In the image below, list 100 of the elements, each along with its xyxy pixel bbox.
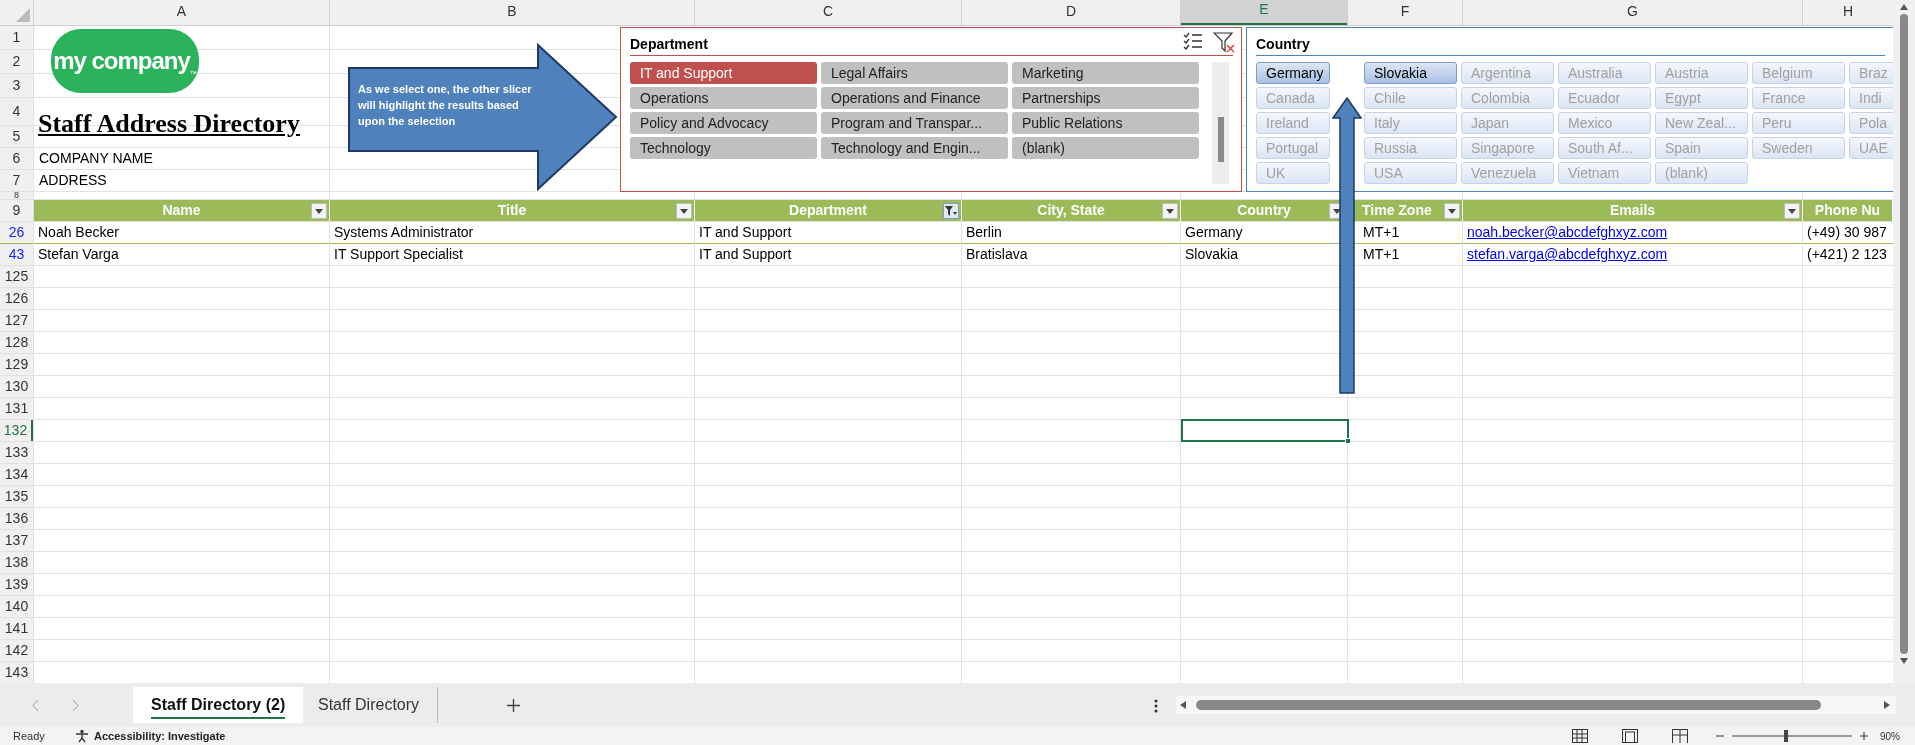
- row-number[interactable]: 139: [0, 574, 33, 595]
- scroll-down-icon[interactable]: [1900, 658, 1908, 664]
- clear-filter-icon[interactable]: [1213, 31, 1235, 53]
- zoom-slider-thumb[interactable]: [1784, 730, 1788, 742]
- row-number[interactable]: 133: [0, 442, 33, 463]
- row-number[interactable]: 9: [0, 200, 33, 221]
- row-number[interactable]: 138: [0, 552, 33, 573]
- filter-dropdown-button[interactable]: [676, 203, 692, 219]
- table-cell-text: IT Support Specialist: [334, 245, 463, 264]
- table-cell-text: Systems Administrator: [334, 223, 474, 242]
- row-number[interactable]: 7: [0, 170, 33, 191]
- sheet-tab[interactable]: Staff Directory: [300, 687, 439, 723]
- row-number[interactable]: 136: [0, 508, 33, 529]
- page-break-icon[interactable]: [1672, 729, 1688, 743]
- table-cell-text: (+421) 2 123: [1807, 245, 1887, 264]
- table-cell-text: Stefan Varga: [38, 245, 119, 264]
- row-number[interactable]: 134: [0, 464, 33, 485]
- column-header[interactable]: A: [34, 0, 329, 25]
- column-header[interactable]: F: [1348, 0, 1462, 25]
- corner-triangle-icon: [16, 8, 30, 22]
- slicer-item[interactable]: Public Relations: [1012, 112, 1199, 134]
- slicer-scrollbar[interactable]: [1212, 62, 1229, 184]
- slicer-item[interactable]: Germany: [1256, 62, 1330, 84]
- email-link[interactable]: stefan.varga@abcdefghxyz.com: [1467, 244, 1668, 265]
- row-number[interactable]: 130: [0, 376, 33, 397]
- table-cell-text: MT+1: [1363, 223, 1400, 242]
- scroll-right-icon[interactable]: [1884, 701, 1890, 709]
- slicer-item[interactable]: Policy and Advocacy: [630, 112, 817, 134]
- slicer-item[interactable]: Marketing: [1012, 62, 1199, 84]
- row-number[interactable]: 4: [0, 98, 33, 125]
- normal-view-icon[interactable]: [1572, 729, 1588, 743]
- row-number[interactable]: 140: [0, 596, 33, 617]
- table-cell-text: Noah Becker: [38, 223, 119, 242]
- zoom-level[interactable]: 90%: [1880, 728, 1900, 744]
- row-number[interactable]: 125: [0, 266, 33, 287]
- column-header[interactable]: D: [962, 0, 1180, 25]
- slicer-item[interactable]: (blank): [1012, 137, 1199, 159]
- row-number[interactable]: 137: [0, 530, 33, 551]
- dropdown-icon: [1448, 208, 1456, 214]
- row-number[interactable]: 5: [0, 126, 33, 147]
- address: ADDRESS: [39, 171, 107, 190]
- dropdown-icon: [1788, 208, 1796, 214]
- column-header[interactable]: B: [330, 0, 694, 25]
- page-layout-icon[interactable]: [1622, 729, 1638, 743]
- row-number[interactable]: 132: [0, 420, 33, 441]
- slicer-item[interactable]: Technology: [630, 137, 817, 159]
- sheet-tab[interactable]: Staff Directory (2): [133, 687, 304, 723]
- add-sheet-icon[interactable]: [507, 699, 520, 712]
- accessibility-icon[interactable]: [75, 729, 89, 743]
- slicer-item[interactable]: Technology and Engin...: [821, 137, 1008, 159]
- row-number[interactable]: 126: [0, 288, 33, 309]
- slicer-item[interactable]: Legal Affairs: [821, 62, 1008, 84]
- row-number[interactable]: 3: [0, 74, 33, 97]
- scroll-up-icon[interactable]: [1900, 4, 1908, 10]
- slicer-item[interactable]: Operations: [630, 87, 817, 109]
- multi-select-icon[interactable]: [1183, 31, 1203, 51]
- row-number[interactable]: 1: [0, 26, 33, 49]
- row-number[interactable]: 26: [0, 222, 33, 243]
- column-heading: Name: [162, 201, 201, 220]
- filter-dropdown-button[interactable]: [1784, 203, 1800, 219]
- slicer-item[interactable]: Partnerships: [1012, 87, 1199, 109]
- table-cell-text: (+49) 30 987: [1807, 223, 1887, 242]
- row-number[interactable]: 43: [0, 244, 33, 265]
- slicer-item[interactable]: Operations and Finance: [821, 87, 1008, 109]
- slicer-scroll-thumb[interactable]: [1218, 117, 1224, 162]
- column-header[interactable]: G: [1463, 0, 1802, 25]
- vertical-scrollbar[interactable]: [1893, 0, 1915, 683]
- scroll-thumb[interactable]: [1196, 700, 1821, 710]
- slicer-item[interactable]: Slovakia: [1364, 62, 1457, 84]
- scroll-left-icon[interactable]: [1180, 701, 1186, 709]
- row-number[interactable]: 135: [0, 486, 33, 507]
- row-number[interactable]: 131: [0, 398, 33, 419]
- accessibility-status[interactable]: Accessibility: Investigate: [94, 727, 226, 745]
- filter-dropdown-button[interactable]: [1444, 203, 1460, 219]
- scroll-thumb[interactable]: [1900, 14, 1908, 654]
- slicer-item[interactable]: Program and Transpar...: [821, 112, 1008, 134]
- callout-text: As we select one, the other slicer will highlight the results based upon the selection: [358, 82, 533, 129]
- filter-dropdown-button[interactable]: [311, 203, 327, 219]
- zoom-slider[interactable]: [1732, 730, 1852, 742]
- column-header[interactable]: H: [1803, 0, 1893, 25]
- filter-dropdown-button[interactable]: [943, 203, 959, 219]
- row-number[interactable]: 6: [0, 148, 33, 169]
- row-number[interactable]: 129: [0, 354, 33, 375]
- sheet-title: Staff Address Directory: [38, 108, 300, 140]
- column-header[interactable]: C: [695, 0, 961, 25]
- horizontal-scrollbar[interactable]: [1176, 696, 1896, 714]
- email-link[interactable]: noah.becker@abcdefghxyz.com: [1467, 222, 1668, 243]
- row-number[interactable]: 141: [0, 618, 33, 639]
- filter-dropdown-button[interactable]: [1162, 203, 1178, 219]
- row-number[interactable]: 2: [0, 50, 33, 73]
- slicer-item[interactable]: IT and Support: [630, 62, 817, 84]
- row-number[interactable]: 142: [0, 640, 33, 661]
- row-number[interactable]: 143: [0, 662, 33, 683]
- column-heading: Emails: [1609, 201, 1656, 220]
- row-number[interactable]: 127: [0, 310, 33, 331]
- row-number[interactable]: 128: [0, 332, 33, 353]
- row-number[interactable]: 8: [0, 192, 33, 199]
- selected-cell[interactable]: [1181, 419, 1349, 442]
- more-options-icon[interactable]: [1154, 699, 1158, 713]
- zoom-in-icon[interactable]: [1860, 732, 1868, 740]
